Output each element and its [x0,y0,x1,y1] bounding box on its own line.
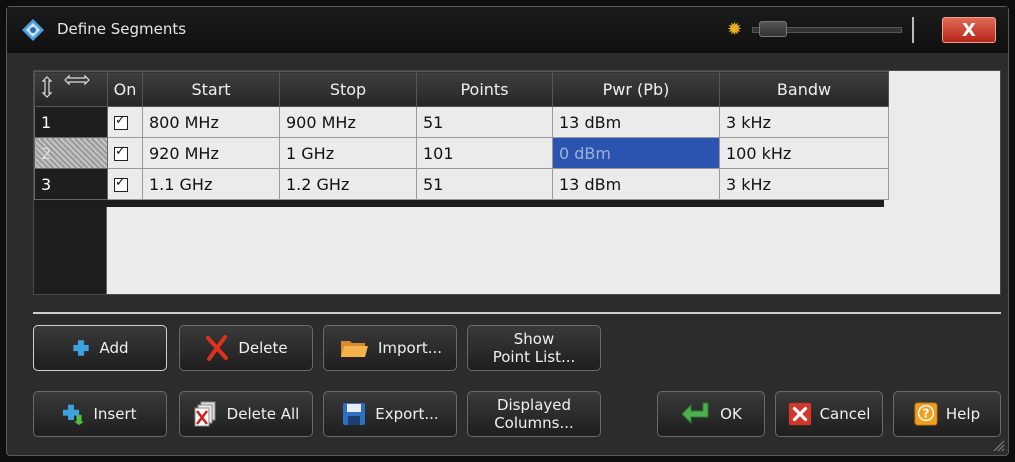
delete-label: Delete [238,339,288,357]
column-header-stop[interactable]: Stop [279,71,417,107]
stop-cell[interactable]: 1 GHz [279,137,417,169]
displayed-columns-line2: Columns... [494,414,574,432]
table-header-row: On Start Stop Points Pwr (Pb) Bandw [34,71,889,107]
start-cell[interactable]: 920 MHz [142,137,280,169]
help-question-icon: ? [914,402,938,426]
brightness-icon: ✹ [727,19,743,40]
displayed-columns-label: Displayed Columns... [494,396,574,432]
stop-cell[interactable]: 900 MHz [279,106,417,138]
close-button[interactable]: X [942,17,996,43]
insert-button[interactable]: Insert [33,391,167,437]
add-plus-icon [73,340,90,356]
start-cell[interactable]: 1.1 GHz [142,168,280,200]
folder-open-icon [340,341,368,357]
svg-text:?: ? [922,407,929,421]
row-column-resize-icon [41,74,90,98]
help-label: Help [945,405,981,423]
column-header-on[interactable]: On [107,71,143,107]
insert-plus-arrow-icon [63,404,85,425]
start-cell[interactable]: 800 MHz [142,106,280,138]
divider [33,312,1001,314]
ok-button[interactable]: OK [657,391,765,437]
ok-label: OK [720,405,742,423]
import-label: Import... [377,339,443,357]
define-segments-dialog: Define Segments ✹ X On Start Stop Points… [6,6,1009,456]
on-checkbox[interactable] [114,144,128,161]
segment-table[interactable]: On Start Stop Points Pwr (Pb) Bandw 1 80… [33,70,1001,295]
column-header-points[interactable]: Points [416,71,553,107]
rohde-schwarz-logo-icon [22,19,44,41]
delete-x-icon [206,335,229,361]
column-header-start[interactable]: Start [142,71,280,107]
transparency-slider-thumb[interactable] [759,21,787,37]
table-empty-area [106,207,1000,294]
table-row[interactable]: 2 920 MHz 1 GHz 101 0 dBm 100 kHz [34,137,889,169]
ok-return-arrow-icon [681,402,709,425]
column-header-pwr[interactable]: Pwr (Pb) [552,71,720,107]
show-point-list-button[interactable]: Show Point List... [467,325,601,371]
row-number[interactable]: 3 [34,168,108,200]
corner-resize-header[interactable] [34,71,108,107]
delete-all-button[interactable]: Delete All [179,391,313,437]
segment-grid: On Start Stop Points Pwr (Pb) Bandw 1 80… [34,71,889,200]
titlebar-separator [912,17,914,43]
row-number[interactable]: 2 [34,137,108,169]
add-label: Add [99,339,129,357]
pwr-cell[interactable]: 13 dBm [552,168,720,200]
cancel-label: Cancel [819,405,871,423]
cancel-button[interactable]: Cancel [775,391,883,437]
on-cell[interactable] [107,137,143,169]
on-checkbox[interactable] [114,175,128,192]
delete-all-label: Delete All [226,405,300,423]
show-point-list-label: Show Point List... [493,330,576,366]
export-button[interactable]: Export... [323,391,457,437]
bandw-cell[interactable]: 100 kHz [719,137,889,169]
resize-grip-icon[interactable] [991,438,1005,452]
displayed-columns-line1: Displayed [496,396,572,414]
bandw-cell[interactable]: 3 kHz [719,106,889,138]
on-cell[interactable] [107,168,143,200]
delete-all-pages-icon [194,401,216,427]
stop-cell[interactable]: 1.2 GHz [279,168,417,200]
column-header-bandw[interactable]: Bandw [719,71,889,107]
import-button[interactable]: Import... [323,325,457,371]
pwr-cell-active[interactable]: 0 dBm [552,137,720,169]
pwr-cell[interactable]: 13 dBm [552,106,720,138]
show-point-list-line2: Point List... [492,348,576,366]
table-row[interactable]: 1 800 MHz 900 MHz 51 13 dBm 3 kHz [34,106,889,138]
on-checkbox[interactable] [114,113,128,130]
window-title: Define Segments [57,20,187,38]
points-cell[interactable]: 101 [416,137,553,169]
show-point-list-line1: Show [513,330,555,348]
help-button[interactable]: ? Help [893,391,1001,437]
on-cell[interactable] [107,106,143,138]
title-bar[interactable]: Define Segments ✹ X [7,7,1008,53]
export-label: Export... [375,405,439,423]
delete-button[interactable]: Delete [179,325,313,371]
points-cell[interactable]: 51 [416,106,553,138]
table-empty-area [884,71,1000,207]
displayed-columns-button[interactable]: Displayed Columns... [467,391,601,437]
add-button[interactable]: Add [33,325,167,371]
cancel-x-icon [788,402,811,426]
points-cell[interactable]: 51 [416,168,553,200]
row-number[interactable]: 1 [34,106,108,138]
save-disk-icon [343,403,366,425]
bandw-cell[interactable]: 3 kHz [719,168,889,200]
table-row[interactable]: 3 1.1 GHz 1.2 GHz 51 13 dBm 3 kHz [34,168,889,200]
insert-label: Insert [93,405,137,423]
row-header-fill [34,207,107,294]
